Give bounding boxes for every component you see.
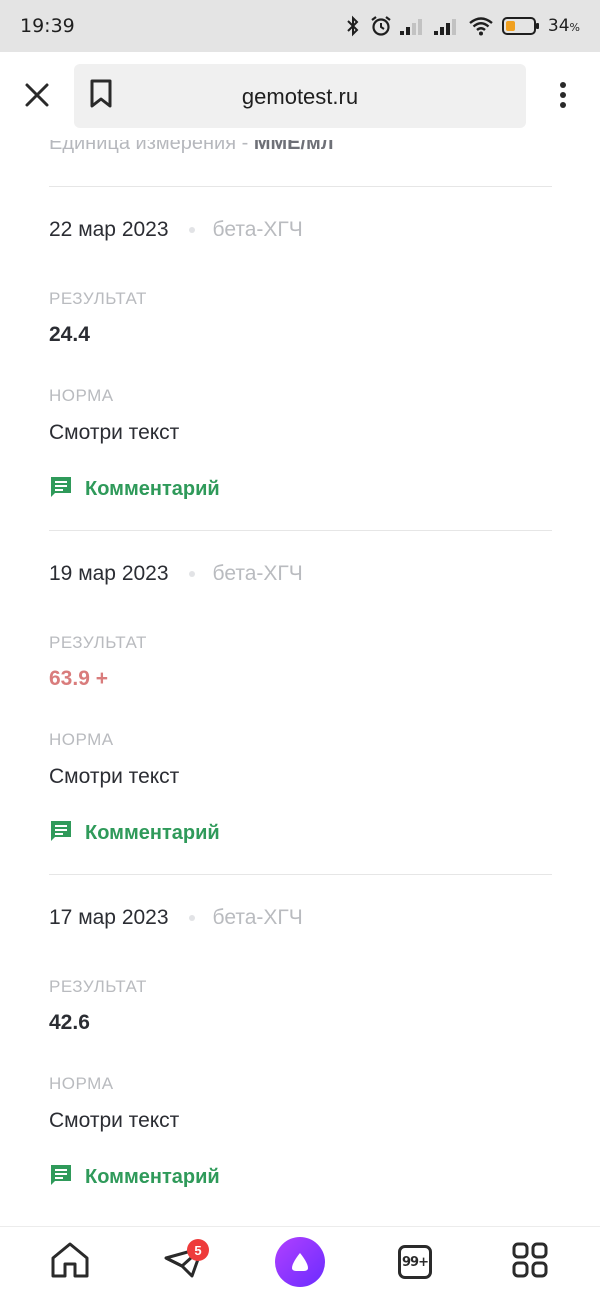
close-button[interactable] bbox=[18, 78, 56, 116]
comment-label: Комментарий bbox=[85, 822, 220, 844]
norm-label: НОРМА bbox=[49, 730, 114, 749]
results-list[interactable]: Единица измерения - ММЕ/мл 22 мар 2023 б… bbox=[0, 140, 600, 1226]
result-entry: 22 мар 2023 бета-ХГЧ РЕЗУЛЬТАТ 24.4 НОРМ… bbox=[49, 187, 552, 531]
unit-line: Единица измерения - ММЕ/мл bbox=[49, 140, 334, 154]
bluetooth-icon bbox=[344, 15, 362, 37]
entry-test-name: бета-ХГЧ bbox=[212, 906, 303, 929]
entry-header: 22 мар 2023 бета-ХГЧ bbox=[49, 218, 303, 242]
result-value-abnormal: 63.9 + bbox=[49, 667, 108, 690]
result-entry: 17 мар 2023 бета-ХГЧ РЕЗУЛЬТАТ 42.6 НОРМ… bbox=[49, 875, 552, 1219]
norm-value: Смотри текст bbox=[49, 421, 180, 444]
home-icon bbox=[49, 1240, 91, 1285]
entry-date: 22 мар 2023 bbox=[49, 218, 169, 241]
result-label: РЕЗУЛЬТАТ bbox=[49, 633, 147, 652]
comment-icon bbox=[49, 819, 73, 848]
alice-button[interactable] bbox=[275, 1237, 325, 1287]
alarm-icon bbox=[370, 15, 392, 37]
tabs-count-icon: 99+ bbox=[398, 1245, 432, 1279]
entry-header: 19 мар 2023 бета-ХГЧ bbox=[49, 562, 303, 586]
wifi-icon bbox=[468, 16, 494, 36]
comment-icon bbox=[49, 1163, 73, 1192]
norm-value: Смотри текст bbox=[49, 765, 180, 788]
result-entry: 19 мар 2023 бета-ХГЧ РЕЗУЛЬТАТ 63.9 + НО… bbox=[49, 531, 552, 875]
home-button[interactable] bbox=[45, 1237, 95, 1287]
comment-button[interactable]: Комментарий bbox=[49, 1163, 220, 1192]
entry-date: 17 мар 2023 bbox=[49, 906, 169, 929]
tabs-button[interactable]: 99+ bbox=[390, 1237, 440, 1287]
status-time: 19:39 bbox=[20, 15, 75, 37]
close-icon bbox=[24, 82, 50, 113]
browser-toolbar: gemotest.ru bbox=[0, 52, 600, 140]
signal-2-icon bbox=[433, 17, 460, 35]
result-value: 42.6 bbox=[49, 1011, 90, 1034]
norm-value: Смотри текст bbox=[49, 1109, 180, 1132]
comment-button[interactable]: Комментарий bbox=[49, 475, 220, 504]
status-icons: 34% bbox=[344, 14, 580, 38]
separator-dot bbox=[188, 915, 195, 921]
entry-test-name: бета-ХГЧ bbox=[212, 562, 303, 585]
comment-label: Комментарий bbox=[85, 478, 220, 500]
separator-dot bbox=[188, 227, 195, 233]
messenger-badge: 5 bbox=[187, 1239, 209, 1261]
more-menu-button[interactable] bbox=[548, 78, 578, 116]
result-label: РЕЗУЛЬТАТ bbox=[49, 289, 147, 308]
signal-1-icon bbox=[399, 17, 426, 35]
services-button[interactable] bbox=[505, 1237, 555, 1287]
entry-test-name: бета-ХГЧ bbox=[212, 218, 303, 241]
address-bar[interactable]: gemotest.ru bbox=[74, 64, 526, 128]
messenger-button[interactable]: 5 bbox=[159, 1237, 209, 1287]
comment-icon bbox=[49, 475, 73, 504]
entry-date: 19 мар 2023 bbox=[49, 562, 169, 585]
comment-label: Комментарий bbox=[85, 1166, 220, 1188]
result-value: 24.4 bbox=[49, 323, 90, 346]
comment-button[interactable]: Комментарий bbox=[49, 819, 220, 848]
norm-label: НОРМА bbox=[49, 1074, 114, 1093]
status-bar: 19:39 34% bbox=[0, 0, 600, 52]
norm-label: НОРМА bbox=[49, 386, 114, 405]
separator-dot bbox=[188, 571, 195, 577]
bottom-navigation: 5 99+ bbox=[0, 1226, 600, 1299]
more-vertical-icon bbox=[558, 81, 568, 114]
battery-percent: 34% bbox=[547, 16, 580, 36]
url-text: gemotest.ru bbox=[241, 84, 359, 109]
result-label: РЕЗУЛЬТАТ bbox=[49, 977, 147, 996]
alice-voice-assistant-icon bbox=[275, 1237, 325, 1287]
grid-icon bbox=[511, 1241, 549, 1284]
entry-header: 17 мар 2023 бета-ХГЧ bbox=[49, 906, 303, 930]
battery-icon bbox=[501, 16, 540, 36]
